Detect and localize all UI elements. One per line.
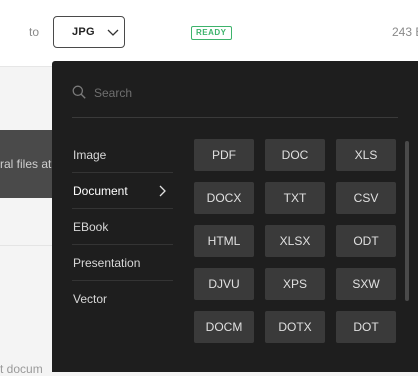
- category-label: Vector: [73, 292, 108, 306]
- target-format-select[interactable]: JPG: [53, 16, 125, 48]
- format-html[interactable]: HTML: [194, 225, 254, 257]
- format-docm[interactable]: DOCM: [194, 311, 254, 343]
- format-pdf[interactable]: PDF: [194, 139, 254, 171]
- format-doc[interactable]: DOC: [265, 139, 325, 171]
- chevron-right-icon: [159, 185, 166, 197]
- format-dot[interactable]: DOT: [336, 311, 396, 343]
- conversion-row: to JPG READY 243 B: [0, 0, 418, 67]
- chevron-down-icon: [107, 29, 119, 36]
- category-ebook[interactable]: EBook: [72, 209, 173, 245]
- category-label: Document: [73, 184, 128, 198]
- search-underline: [72, 117, 398, 118]
- format-xlsx[interactable]: XLSX: [265, 225, 325, 257]
- format-search-input[interactable]: [94, 83, 374, 103]
- format-xps[interactable]: XPS: [265, 268, 325, 300]
- format-sxw[interactable]: SXW: [336, 268, 396, 300]
- file-size: 243 B: [392, 25, 418, 39]
- format-odt[interactable]: ODT: [336, 225, 396, 257]
- format-docx[interactable]: DOCX: [194, 182, 254, 214]
- category-document[interactable]: Document: [72, 173, 173, 209]
- search-icon: [72, 85, 86, 99]
- format-dropdown: Image Document EBook Presentation Vector…: [52, 61, 418, 372]
- format-djvu[interactable]: DJVU: [194, 268, 254, 300]
- category-label: EBook: [73, 220, 109, 234]
- category-image[interactable]: Image: [72, 137, 173, 173]
- drop-zone-text: ral files at: [0, 157, 52, 171]
- format-txt[interactable]: TXT: [265, 182, 325, 214]
- divider: [0, 245, 60, 246]
- category-presentation[interactable]: Presentation: [72, 245, 173, 281]
- selected-format: JPG: [72, 26, 95, 38]
- status-badge: READY: [191, 26, 232, 40]
- category-label: Image: [73, 148, 107, 162]
- to-label: to: [29, 25, 40, 39]
- category-vector[interactable]: Vector: [72, 281, 173, 317]
- format-csv[interactable]: CSV: [336, 182, 396, 214]
- format-xls[interactable]: XLS: [336, 139, 396, 171]
- format-dotx[interactable]: DOTX: [265, 311, 325, 343]
- background-text: t docum: [0, 362, 43, 376]
- category-label: Presentation: [73, 256, 141, 270]
- scrollbar[interactable]: [405, 141, 409, 301]
